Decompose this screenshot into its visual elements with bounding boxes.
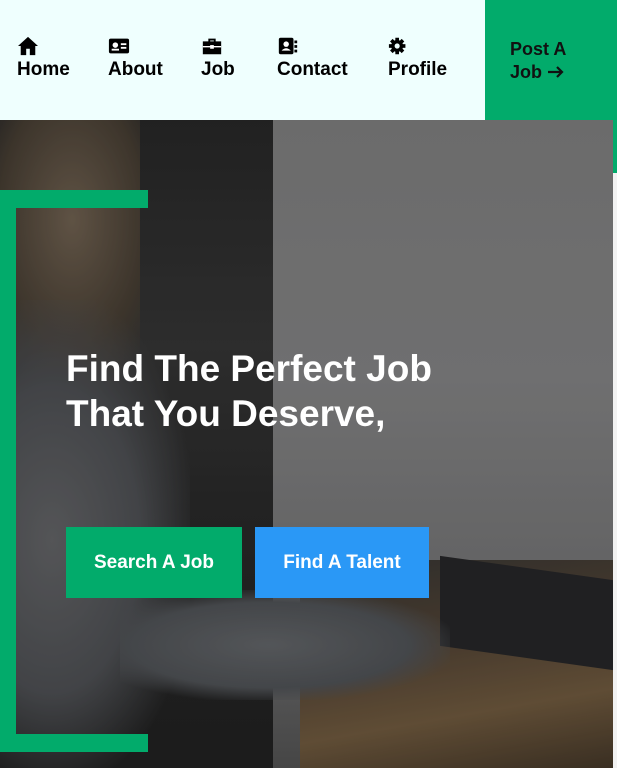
- arrow-right-icon: [548, 66, 564, 78]
- nav-item-profile[interactable]: Profile: [388, 36, 447, 82]
- nav-label-home: Home: [17, 59, 70, 80]
- nav-label-about: About: [108, 59, 163, 80]
- decorative-frame-top: [0, 190, 148, 208]
- nav-label-contact: Contact: [277, 59, 348, 80]
- hero-overlay: [0, 120, 613, 768]
- navbar: Home About Job Contact Profile Post A Jo…: [0, 0, 617, 120]
- find-talent-button[interactable]: Find A Talent: [255, 527, 429, 598]
- nav-item-home[interactable]: Home: [17, 36, 70, 82]
- address-book-icon: [278, 37, 298, 55]
- id-card-icon: [108, 38, 130, 54]
- post-job-button[interactable]: Post A Job: [485, 0, 617, 120]
- hero-headline: Find The Perfect Job That You Deserve,: [66, 348, 432, 434]
- nav-item-contact[interactable]: Contact: [277, 36, 348, 82]
- nav-item-about[interactable]: About: [108, 36, 163, 82]
- decorative-frame-bottom: [0, 734, 148, 752]
- nav-label-job: Job: [201, 59, 235, 80]
- nav-item-job[interactable]: Job: [201, 36, 235, 82]
- nav-label-profile: Profile: [388, 59, 448, 80]
- briefcase-icon: [202, 38, 222, 55]
- gear-icon: [388, 37, 406, 55]
- search-job-button[interactable]: Search A Job: [66, 527, 242, 598]
- decorative-frame-left: [0, 190, 16, 752]
- home-icon: [18, 36, 38, 56]
- hero-section: Find The Perfect Job That You Deserve, S…: [0, 120, 613, 768]
- post-job-label: Post A Job: [510, 39, 567, 82]
